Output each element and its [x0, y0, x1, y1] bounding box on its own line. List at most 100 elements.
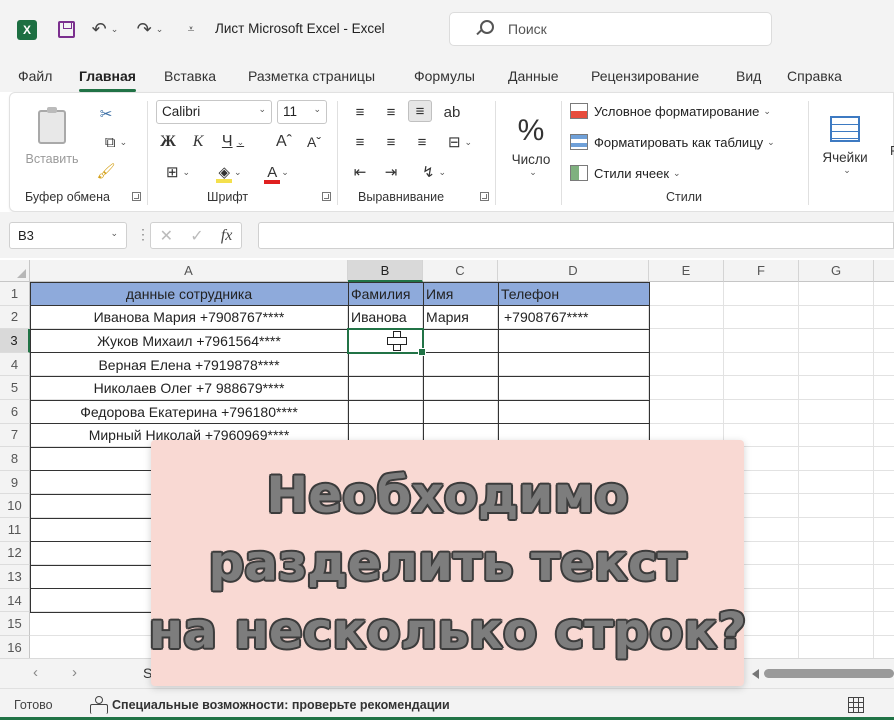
clipboard-launcher-icon[interactable] [132, 192, 141, 201]
column-header-c[interactable]: C [423, 260, 498, 282]
font-name-select[interactable]: Calibri ⌄ [156, 100, 272, 124]
row-header-11[interactable]: 11 [0, 518, 30, 542]
accessibility-status[interactable]: Специальные возможности: проверьте реком… [112, 698, 450, 712]
paste-button[interactable]: Вставить [24, 103, 80, 173]
cancel-entry-icon[interactable]: ✕ [160, 226, 173, 246]
align-middle-icon[interactable]: ≡ [379, 101, 403, 123]
cell-a2[interactable]: Иванова Мария +7908767**** [30, 306, 348, 330]
row-header-10[interactable]: 10 [0, 494, 30, 518]
font-launcher-icon[interactable] [322, 192, 331, 201]
row-header-14[interactable]: 14 [0, 588, 30, 613]
row-header-13[interactable]: 13 [0, 565, 30, 589]
align-right-icon[interactable]: ≡ [410, 131, 434, 153]
tab-data[interactable]: Данные [508, 68, 559, 84]
horizontal-scrollbar[interactable] [752, 668, 894, 679]
column-header-d[interactable]: D [498, 260, 649, 282]
borders-button[interactable]: ⊞ ⌄ [158, 161, 198, 183]
cell-b1[interactable]: Фамилия [348, 282, 423, 306]
column-header-partial[interactable] [874, 260, 894, 282]
row-header-3[interactable]: 3 [0, 329, 30, 353]
sheet-prev-icon[interactable]: ‹ [33, 664, 38, 681]
cell-a4[interactable]: Верная Елена +7919878**** [30, 353, 348, 377]
decrease-indent-icon[interactable]: ⇤ [348, 161, 372, 183]
cell-a6[interactable]: Федорова Екатерина +796180**** [30, 400, 348, 424]
select-all-corner[interactable] [0, 260, 30, 282]
save-icon[interactable] [55, 18, 77, 40]
row-header-16[interactable]: 16 [0, 636, 30, 660]
column-header-f[interactable]: F [724, 260, 799, 282]
row-header-9[interactable]: 9 [0, 470, 30, 495]
column-header-g[interactable]: G [799, 260, 874, 282]
tab-insert[interactable]: Вставка [164, 68, 216, 84]
search-input[interactable]: Поиск [508, 21, 547, 37]
tab-view[interactable]: Вид [736, 68, 761, 84]
row-header-12[interactable]: 12 [0, 541, 30, 566]
sheet-next-icon[interactable]: › [72, 664, 77, 681]
align-top-icon[interactable]: ≡ [348, 101, 372, 123]
cell-d2[interactable]: +7908767**** [498, 306, 649, 330]
cell-c2[interactable]: Мария [423, 306, 498, 330]
name-box[interactable]: B3 ⌄ [9, 222, 127, 249]
confirm-entry-icon[interactable]: ✓ [190, 226, 203, 246]
active-cell-b3[interactable] [347, 328, 426, 356]
row-header-5[interactable]: 5 [0, 376, 30, 400]
font-color-button[interactable]: A ⌄ [258, 161, 298, 184]
cell-b2[interactable]: Иванова [348, 306, 423, 330]
text-direction-icon[interactable]: ↯ ⌄ [414, 161, 454, 183]
decrease-font-button[interactable]: Aˇ [302, 131, 326, 153]
cell-a3[interactable]: Жуков Михаил +7961564**** [30, 329, 348, 353]
scroll-left-icon[interactable] [752, 669, 759, 679]
format-as-table-button[interactable]: Форматировать как таблицу ⌄ [570, 134, 775, 150]
tab-review[interactable]: Рецензирование [591, 68, 699, 84]
scrollbar-thumb[interactable] [764, 669, 894, 678]
undo-icon[interactable]: ↶ ⌄ [90, 18, 120, 40]
row-header-2[interactable]: 2 [0, 305, 30, 330]
editing-group-edge[interactable]: Р [890, 143, 894, 158]
row-header-8[interactable]: 8 [0, 447, 30, 471]
search-box[interactable]: Поиск [449, 12, 772, 46]
cell-a5[interactable]: Николаев Олег +7 988679**** [30, 376, 348, 400]
tab-home[interactable]: Главная [79, 68, 136, 92]
row-header-1[interactable]: 1 [0, 282, 30, 306]
normal-view-icon[interactable] [848, 697, 864, 713]
tab-file[interactable]: Файл [18, 68, 52, 84]
bold-button[interactable]: Ж [158, 131, 178, 153]
italic-button[interactable]: К [188, 131, 208, 153]
font-size-select[interactable]: 11 ⌄ [277, 100, 327, 124]
increase-font-button[interactable]: Aˆ [272, 131, 296, 153]
align-bottom-icon[interactable]: ≡ [408, 100, 432, 122]
format-painter-icon[interactable]: 🖌 [92, 160, 120, 182]
underline-button[interactable]: Ч ⌄ [218, 131, 248, 153]
row-header-6[interactable]: 6 [0, 400, 30, 424]
row-header-4[interactable]: 4 [0, 352, 30, 377]
column-header-a[interactable]: A [30, 260, 348, 282]
cell-a1[interactable]: данные сотрудника [30, 282, 348, 306]
align-center-icon[interactable]: ≡ [379, 131, 403, 153]
cell-c1[interactable]: Имя [423, 282, 498, 306]
customize-qat-icon[interactable]: ⩡ [183, 18, 199, 40]
cut-icon[interactable]: ✂ [92, 103, 120, 125]
column-header-e[interactable]: E [649, 260, 724, 282]
column-header-b[interactable]: B [348, 260, 423, 282]
increase-indent-icon[interactable]: ⇥ [379, 161, 403, 183]
copy-icon[interactable]: ⧉ ⌄ [92, 131, 140, 153]
orientation-icon[interactable]: ab [440, 101, 464, 123]
align-left-icon[interactable]: ≡ [348, 131, 372, 153]
cell-d1[interactable]: Телефон [498, 282, 649, 306]
merge-center-icon[interactable]: ⊟ ⌄ [440, 131, 480, 153]
tab-formulas[interactable]: Формулы [414, 68, 475, 84]
cells-button[interactable]: Ячейки ⌄ [810, 101, 880, 191]
tab-page-layout[interactable]: Разметка страницы [248, 68, 375, 84]
formula-bar-grip-icon[interactable]: ⋮ [136, 226, 150, 243]
conditional-formatting-button[interactable]: Условное форматирование ⌄ [570, 103, 771, 119]
fill-color-button[interactable]: ◈ ⌄ [210, 161, 250, 183]
number-format-button[interactable]: % Число ⌄ [505, 101, 557, 191]
tab-help[interactable]: Справка [787, 68, 842, 84]
accessibility-icon[interactable] [89, 696, 108, 714]
insert-function-button[interactable]: fx [221, 227, 233, 245]
row-header-15[interactable]: 15 [0, 612, 30, 636]
row-header-7[interactable]: 7 [0, 423, 30, 448]
cell-styles-button[interactable]: Стили ячеек ⌄ [570, 165, 681, 181]
redo-icon[interactable]: ↷ ⌄ [135, 18, 165, 40]
formula-input[interactable] [258, 222, 894, 249]
